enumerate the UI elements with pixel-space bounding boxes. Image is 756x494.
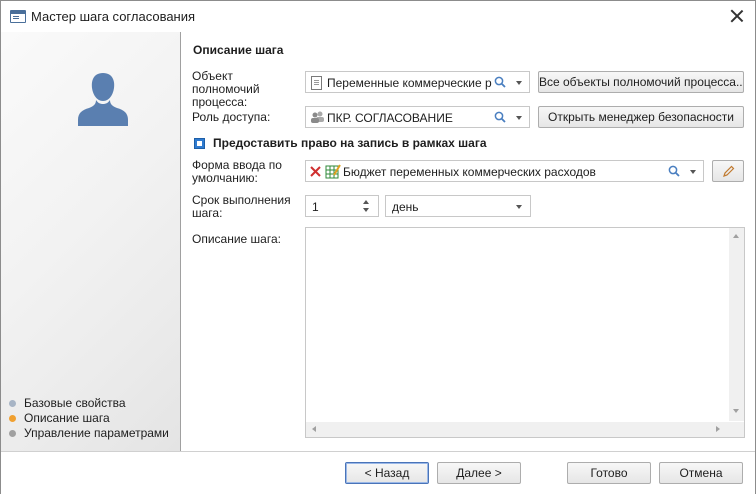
duration-unit-value: день [392,200,419,214]
form-label: Форма ввода по умолчанию: [192,158,282,185]
duration-spinner[interactable]: 1 [305,195,379,217]
chevron-down-icon[interactable] [516,116,522,120]
step-label: Описание шага [24,411,110,425]
chevron-down-icon[interactable] [690,170,696,174]
search-icon[interactable] [668,165,680,177]
spin-down-icon[interactable] [363,208,369,212]
object-combo[interactable]: Переменные коммерческие расх [305,71,530,93]
duration-value: 1 [312,200,319,214]
open-security-manager-button[interactable]: Открыть менеджер безопасности [538,106,744,128]
duration-label: Срок выполнения шага: [192,193,291,220]
form-combo[interactable]: Бюджет переменных коммерческих расходов [305,160,704,182]
next-button[interactable]: Далее > [437,462,521,484]
chevron-down-icon[interactable] [516,81,522,85]
write-permission-label[interactable]: Предоставить право на запись в рамках ша… [213,136,487,150]
horizontal-scrollbar[interactable] [306,422,729,437]
step-dot-icon [9,430,16,437]
section-title: Описание шага [193,43,284,57]
window-title: Мастер шага согласования [31,9,196,24]
scroll-right-icon[interactable] [716,426,720,432]
clear-icon[interactable] [310,166,321,177]
object-label: Объект полномочий процесса: [192,69,260,109]
user-avatar-icon [78,73,128,126]
done-button[interactable]: Готово [567,462,651,484]
duration-unit-select[interactable]: день [385,195,531,217]
role-label: Роль доступа: [192,110,271,124]
window-icon [10,10,26,23]
wizard-content: Описание шага Объект полномочий процесса… [182,32,755,451]
pencil-icon [723,165,735,177]
all-objects-button[interactable]: Все объекты полномочий процесса... [538,71,744,93]
vertical-scrollbar[interactable] [729,228,744,421]
wizard-window: Мастер шага согласования Базовые свойств… [0,0,756,494]
search-icon[interactable] [494,111,506,123]
edit-form-button[interactable] [712,160,744,182]
step-description[interactable]: Описание шага [9,411,169,426]
scroll-left-icon[interactable] [312,426,316,432]
spin-up-icon[interactable] [363,200,369,204]
wizard-steps: Базовые свойства Описание шага Управлени… [9,396,169,441]
form-value: Бюджет переменных коммерческих расходов [343,165,596,179]
step-parameters[interactable]: Управление параметрами [9,426,169,441]
scroll-down-icon[interactable] [733,409,739,413]
cancel-button[interactable]: Отмена [659,462,743,484]
close-icon[interactable] [727,6,747,26]
role-value: ПКР. СОГЛАСОВАНИЕ [327,111,453,125]
wizard-footer: < Назад Далее > Готово Отмена [1,451,755,494]
role-combo[interactable]: ПКР. СОГЛАСОВАНИЕ [305,106,530,128]
scrollbar-corner [729,422,744,437]
chevron-down-icon[interactable] [516,205,522,209]
step-dot-icon [9,400,16,407]
document-icon [311,76,322,90]
write-permission-checkbox[interactable] [194,138,205,149]
form-grid-icon [325,164,341,179]
step-label: Базовые свойства [24,396,126,410]
back-button[interactable]: < Назад [345,462,429,484]
wizard-sidebar: Базовые свойства Описание шага Управлени… [1,32,181,451]
step-dot-icon [9,415,16,422]
description-textarea[interactable] [305,227,745,438]
search-icon[interactable] [494,76,506,88]
scroll-up-icon[interactable] [733,234,739,238]
users-icon [311,111,324,123]
step-basic-properties[interactable]: Базовые свойства [9,396,169,411]
step-label: Управление параметрами [24,426,169,440]
description-label: Описание шага: [192,232,281,246]
title-bar: Мастер шага согласования [1,1,755,32]
object-value: Переменные коммерческие расх [327,76,492,90]
